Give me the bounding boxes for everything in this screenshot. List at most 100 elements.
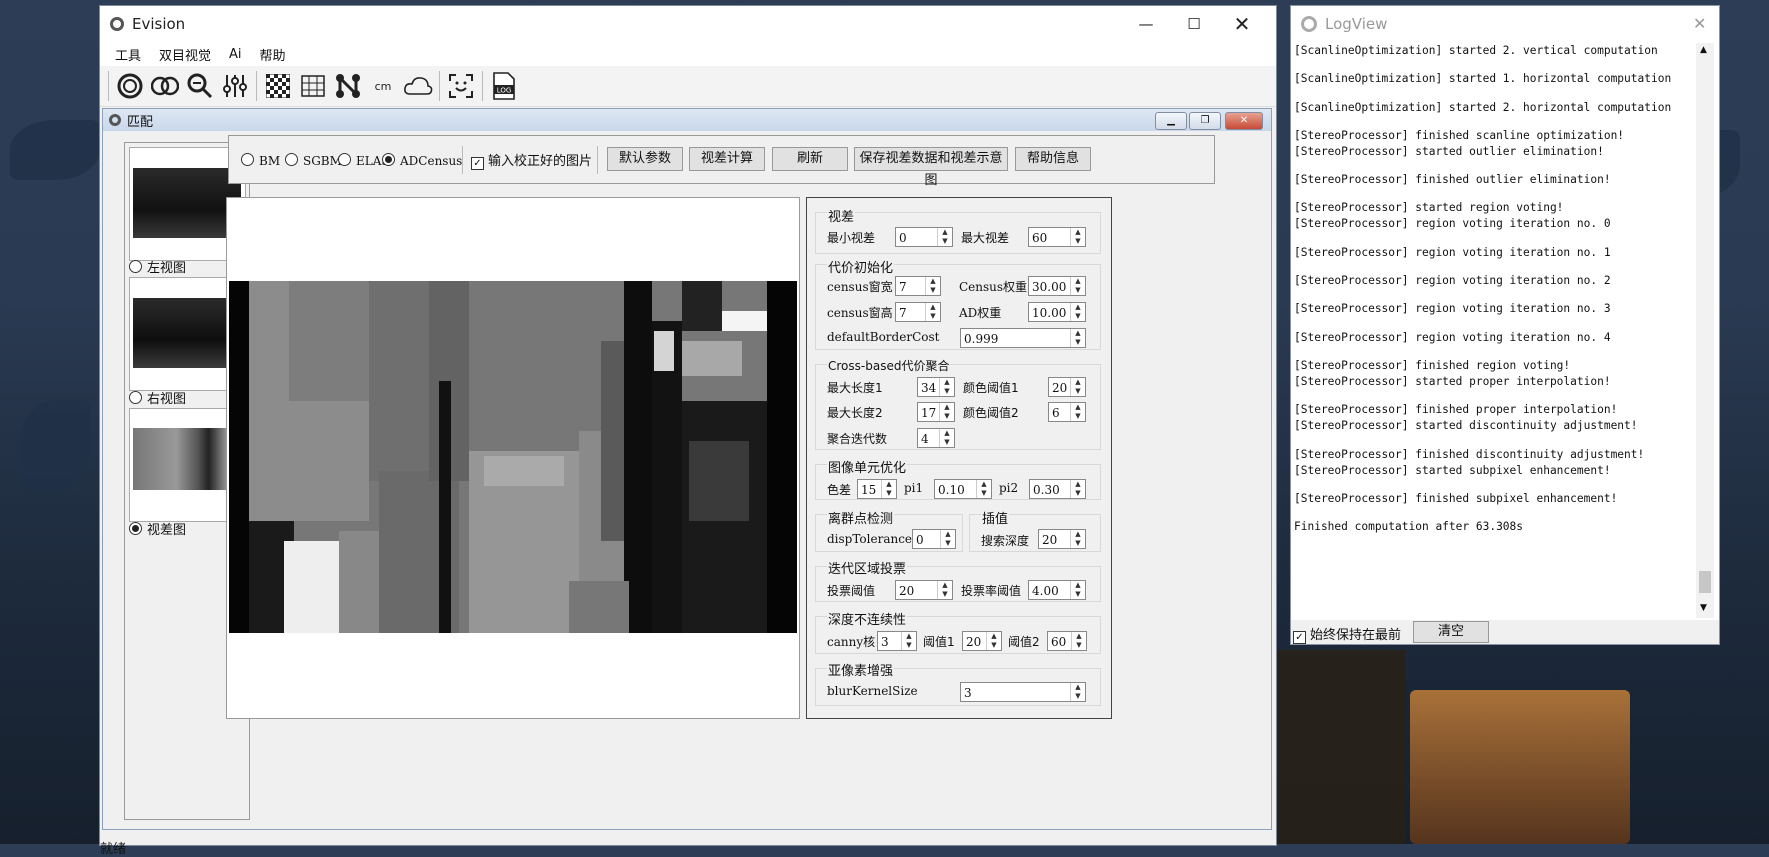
- log-line: [StereoProcessor] finished subpixel enha…: [1294, 491, 1618, 505]
- default-params-button[interactable]: 默认参数: [607, 147, 683, 171]
- log-icon[interactable]: LOG: [489, 71, 519, 101]
- close-button[interactable]: ✕: [1218, 6, 1266, 42]
- log-line: [StereoProcessor] region voting iteratio…: [1294, 330, 1611, 344]
- menu-stereo[interactable]: 双目视觉: [150, 45, 220, 64]
- log-line: [StereoProcessor] started region voting!: [1294, 201, 1564, 215]
- log-line: [StereoProcessor] region voting iteratio…: [1294, 302, 1611, 316]
- census-height-input[interactable]: 7 ▲ ▼: [895, 302, 941, 322]
- scroll-down-icon[interactable]: ▼: [1700, 603, 1707, 613]
- aggregation-iterations-input[interactable]: 4 ▲ ▼: [917, 428, 955, 448]
- default-border-cost-input[interactable]: 0.999 ▲ ▼: [960, 328, 1086, 348]
- max-length2-label: 最大长度2: [827, 406, 883, 420]
- scroll-up-icon[interactable]: ▲: [1700, 45, 1707, 55]
- search-depth-label: 搜索深度: [981, 534, 1030, 548]
- grid-icon[interactable]: [298, 71, 328, 101]
- zoom-icon[interactable]: [185, 71, 215, 101]
- max-disparity-label: 最大视差: [961, 231, 1010, 245]
- log-output[interactable]: [ScanlineOptimization] started 2. vertic…: [1294, 43, 1694, 618]
- menu-ai[interactable]: Ai: [220, 47, 251, 62]
- ad-weight-input[interactable]: 10.00 ▲ ▼: [1028, 302, 1086, 322]
- always-on-top-checkbox[interactable]: ✓ 始终保持在最前: [1293, 624, 1401, 644]
- max-disparity-input[interactable]: 60 ▲ ▼: [1028, 227, 1086, 247]
- stereo-camera-icon[interactable]: [150, 71, 180, 101]
- menu-help[interactable]: 帮助: [251, 45, 295, 64]
- pi2-input[interactable]: 0.30 ▲ ▼: [1029, 479, 1086, 499]
- log-line: [StereoProcessor] started subpixel enhan…: [1294, 463, 1611, 477]
- face-scan-icon[interactable]: [446, 71, 476, 101]
- log-line: [StereoProcessor] finished region voting…: [1294, 358, 1571, 372]
- logview-bottom-bar: ✓ 始终保持在最前 清空: [1291, 620, 1719, 644]
- threshold1-input[interactable]: 20 ▲ ▼: [962, 631, 1002, 651]
- search-depth-input[interactable]: 20 ▲ ▼: [1038, 529, 1086, 549]
- log-scrollbar[interactable]: ▲ ▼: [1696, 43, 1714, 618]
- clear-log-button[interactable]: 清空: [1413, 621, 1489, 643]
- save-disparity-button[interactable]: 保存视差数据和视差示意图: [854, 147, 1008, 188]
- subwindow-title: 匹配: [127, 114, 154, 130]
- right-view-radio[interactable]: [129, 391, 142, 404]
- rectified-input-checkbox[interactable]: ✓ 输入校正好的图片: [471, 150, 592, 170]
- graph-nodes-icon[interactable]: [333, 71, 363, 101]
- threshold2-label: 阈值2: [1008, 635, 1040, 649]
- left-view-option[interactable]: 左视图: [129, 257, 186, 276]
- threshold2-input[interactable]: 60 ▲ ▼: [1047, 631, 1087, 651]
- vote-ratio-input[interactable]: 4.00 ▲ ▼: [1028, 580, 1086, 600]
- max-length2-input[interactable]: 17 ▲ ▼: [917, 402, 955, 422]
- color-threshold1-input[interactable]: 20 ▲ ▼: [1048, 377, 1086, 397]
- vote-threshold-input[interactable]: 20 ▲ ▼: [895, 580, 953, 600]
- algo-sgbm[interactable]: SGBM: [285, 153, 342, 168]
- census-weight-input[interactable]: 30.00 ▲ ▼: [1028, 276, 1086, 296]
- census-width-input[interactable]: 7 ▲ ▼: [895, 276, 941, 296]
- pi1-input[interactable]: 0.10 ▲ ▼: [934, 479, 992, 499]
- census-width-label: census窗宽: [827, 280, 893, 294]
- sliders-icon[interactable]: [220, 71, 250, 101]
- right-view-option[interactable]: 右视图: [129, 388, 186, 407]
- checkerboard-icon[interactable]: [263, 71, 293, 101]
- disparity-view: [226, 197, 800, 719]
- left-view-radio[interactable]: [129, 260, 142, 273]
- max-length1-input[interactable]: 34 ▲ ▼: [917, 377, 955, 397]
- pi2-label: pi2: [999, 481, 1019, 495]
- refresh-button[interactable]: 刷新: [772, 147, 848, 171]
- disparity-option[interactable]: 视差图: [129, 519, 186, 538]
- subwindow-close-button[interactable]: ✕: [1225, 112, 1263, 130]
- canny-kernel-input[interactable]: 3 ▲ ▼: [877, 631, 917, 651]
- subwindow-minimize-button[interactable]: ▁: [1155, 112, 1187, 130]
- log-scroll-thumb[interactable]: [1699, 571, 1711, 593]
- menu-tools[interactable]: 工具: [106, 45, 150, 64]
- census-height-label: census窗高: [827, 306, 893, 320]
- disparity-radio[interactable]: [129, 522, 142, 535]
- cm-icon[interactable]: cm: [368, 71, 398, 101]
- compute-disparity-button[interactable]: 视差计算: [689, 147, 765, 171]
- algo-bm[interactable]: BM: [241, 153, 280, 168]
- color-threshold2-label: 颜色阈值2: [963, 406, 1019, 420]
- min-disparity-label: 最小视差: [827, 231, 876, 245]
- log-line: [StereoProcessor] region voting iteratio…: [1294, 274, 1611, 288]
- logview-titlebar: LogView ✕: [1291, 6, 1719, 42]
- camera-ring-icon[interactable]: [115, 71, 145, 101]
- threshold1-label: 阈值1: [923, 635, 955, 649]
- logview-close-button[interactable]: ✕: [1693, 14, 1706, 33]
- help-info-button[interactable]: 帮助信息: [1015, 147, 1091, 171]
- min-disparity-input[interactable]: 0 ▲ ▼: [895, 227, 953, 247]
- subwindow-restore-button[interactable]: ❐: [1189, 112, 1221, 130]
- log-line: [ScanlineOptimization] started 2. horizo…: [1294, 100, 1672, 114]
- match-subwindow: 匹配 ▁ ❐ ✕ 左视图 右视图 视差图 BM SGBM ELAS ADCens…: [102, 108, 1272, 830]
- color-threshold2-input[interactable]: 6 ▲ ▼: [1048, 402, 1086, 422]
- log-line: [StereoProcessor] finished outlier elimi…: [1294, 173, 1611, 187]
- minimize-button[interactable]: —: [1122, 6, 1170, 42]
- algo-adcensus[interactable]: ADCensus: [382, 153, 462, 168]
- right-view-image: [133, 298, 241, 368]
- color-diff-input[interactable]: 15 ▲ ▼: [857, 479, 897, 499]
- disp-tolerance-input[interactable]: 0 ▲ ▼: [912, 529, 956, 549]
- blur-kernel-size-input[interactable]: 3 ▲ ▼: [960, 682, 1086, 702]
- census-weight-label: Census权重: [959, 280, 1028, 294]
- group-disparity-title: 视差: [827, 206, 856, 225]
- subwindow-titlebar: 匹配 ▁ ❐ ✕: [103, 109, 1271, 131]
- cloud-icon[interactable]: [403, 71, 433, 101]
- maximize-button[interactable]: ☐: [1170, 6, 1218, 42]
- disparity-image: [229, 281, 797, 633]
